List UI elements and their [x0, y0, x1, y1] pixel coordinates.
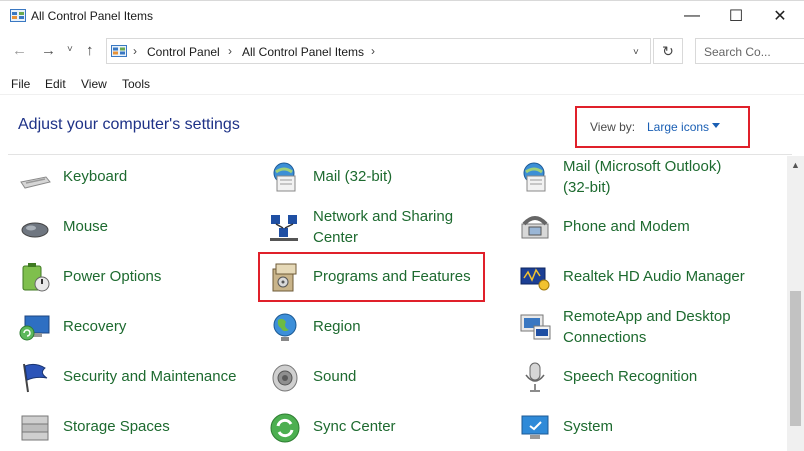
item-storage-spaces[interactable]: Storage Spaces	[18, 406, 248, 446]
navigation-bar: ← → ˅ ↑ › Control Panel › All Control Pa…	[0, 36, 804, 68]
breadcrumb-all-items[interactable]: All Control Panel Items	[242, 45, 364, 59]
item-mail-32bit[interactable]: Mail (32-bit)	[268, 156, 498, 196]
item-label[interactable]: Power Options	[63, 266, 161, 287]
refresh-button[interactable]: ↻	[653, 38, 683, 64]
divider	[0, 94, 804, 95]
breadcrumb-separator[interactable]: ›	[371, 44, 375, 58]
address-bar[interactable]: › Control Panel › All Control Panel Item…	[106, 38, 651, 64]
breadcrumb-separator[interactable]: ›	[133, 44, 137, 58]
item-label[interactable]: Sound	[313, 366, 356, 387]
remoteapp-icon	[520, 314, 551, 340]
mouse-icon	[21, 222, 49, 238]
menu-file[interactable]: File	[11, 77, 30, 91]
item-label[interactable]: Realtek HD Audio Manager	[563, 266, 745, 287]
recovery-icon	[19, 315, 50, 341]
view-by-dropdown[interactable]: Large icons	[647, 120, 709, 134]
programs-features-highlight	[258, 252, 485, 302]
mail-icon	[273, 162, 296, 192]
search-input[interactable]: Search Co...	[695, 38, 804, 64]
up-button[interactable]: ↑	[86, 42, 94, 59]
item-label[interactable]: Security and Maintenance	[63, 366, 236, 387]
phone-icon	[521, 216, 549, 239]
menu-bar: File Edit View Tools	[0, 74, 804, 94]
network-icon	[270, 215, 298, 241]
maximize-button[interactable]: ☐	[714, 1, 758, 31]
power-options-icon	[22, 263, 50, 292]
item-label[interactable]: Region	[313, 316, 361, 337]
scroll-thumb[interactable]	[790, 291, 801, 426]
breadcrumb-control-panel[interactable]: Control Panel	[147, 45, 220, 59]
item-label[interactable]: Storage Spaces	[63, 416, 170, 437]
mail-icon	[523, 162, 546, 192]
control-panel-icon	[10, 9, 26, 22]
item-label[interactable]: Sync Center	[313, 416, 396, 437]
view-by-label: View by:	[590, 120, 636, 134]
item-keyboard[interactable]: Keyboard	[18, 156, 248, 196]
scroll-up-icon[interactable]: ▲	[791, 160, 800, 170]
page-title: Adjust your computer's settings	[18, 116, 240, 133]
microphone-icon	[525, 362, 545, 392]
forward-button[interactable]: →	[41, 42, 56, 59]
item-label[interactable]: Recovery	[63, 316, 126, 337]
item-power-options[interactable]: Power Options	[18, 256, 248, 296]
address-history-dropdown[interactable]: ˅	[633, 47, 639, 58]
flag-icon	[23, 363, 48, 393]
audio-icon	[520, 267, 550, 291]
storage-icon	[21, 415, 49, 441]
control-panel-window: All Control Panel Items — ☐ ✕ ← → ˅ ↑ › …	[0, 0, 804, 451]
item-label[interactable]: Mouse	[63, 216, 108, 237]
item-remoteapp[interactable]: RemoteApp and Desktop Connections	[518, 306, 748, 346]
item-label[interactable]: Speech Recognition	[563, 366, 697, 387]
keyboard-icon	[20, 176, 51, 189]
item-system[interactable]: System	[518, 406, 748, 446]
item-label[interactable]: RemoteApp and Desktop	[563, 306, 731, 327]
system-icon	[521, 415, 549, 439]
item-label[interactable]: Phone and Modem	[563, 216, 690, 237]
minimize-button[interactable]: —	[670, 1, 714, 31]
search-placeholder: Search Co...	[704, 45, 771, 59]
breadcrumb-separator[interactable]: ›	[228, 44, 232, 58]
control-panel-icon	[111, 45, 127, 57]
item-label[interactable]: Mail (32-bit)	[313, 166, 392, 187]
item-speech-recognition[interactable]: Speech Recognition	[518, 356, 748, 396]
item-label[interactable]: Mail (Microsoft Outlook)	[563, 156, 721, 177]
item-region[interactable]: Region	[268, 306, 498, 346]
item-phone-modem[interactable]: Phone and Modem	[518, 206, 748, 246]
item-sync-center[interactable]: Sync Center	[268, 406, 498, 446]
item-label[interactable]: System	[563, 416, 613, 437]
title-bar: All Control Panel Items — ☐ ✕	[0, 1, 804, 31]
divider	[8, 154, 792, 155]
menu-view[interactable]: View	[81, 77, 107, 91]
item-realtek-audio[interactable]: Realtek HD Audio Manager	[518, 256, 748, 296]
window-title: All Control Panel Items	[31, 9, 154, 23]
speaker-icon	[272, 364, 298, 392]
vertical-scrollbar[interactable]: ▲	[787, 156, 804, 451]
item-label[interactable]: Center	[313, 227, 358, 248]
item-mouse[interactable]: Mouse	[18, 206, 248, 246]
globe-icon	[273, 313, 297, 341]
item-mail-outlook[interactable]: Mail (Microsoft Outlook) (32-bit)	[518, 156, 748, 196]
menu-tools[interactable]: Tools	[122, 77, 150, 91]
item-label[interactable]: (32-bit)	[563, 177, 611, 198]
item-label[interactable]: Connections	[563, 327, 646, 348]
recent-locations-button[interactable]: ˅	[67, 44, 73, 55]
item-network-sharing[interactable]: Network and Sharing Center	[268, 206, 498, 246]
close-button[interactable]: ✕	[758, 1, 802, 31]
sync-icon	[270, 413, 300, 443]
caret-down-icon[interactable]	[712, 123, 720, 128]
item-label[interactable]: Keyboard	[63, 166, 127, 187]
item-label[interactable]: Network and Sharing	[313, 206, 453, 227]
back-button[interactable]: ←	[12, 42, 27, 59]
item-sound[interactable]: Sound	[268, 356, 498, 396]
item-security-maintenance[interactable]: Security and Maintenance	[18, 356, 248, 396]
item-recovery[interactable]: Recovery	[18, 306, 248, 346]
menu-edit[interactable]: Edit	[45, 77, 66, 91]
